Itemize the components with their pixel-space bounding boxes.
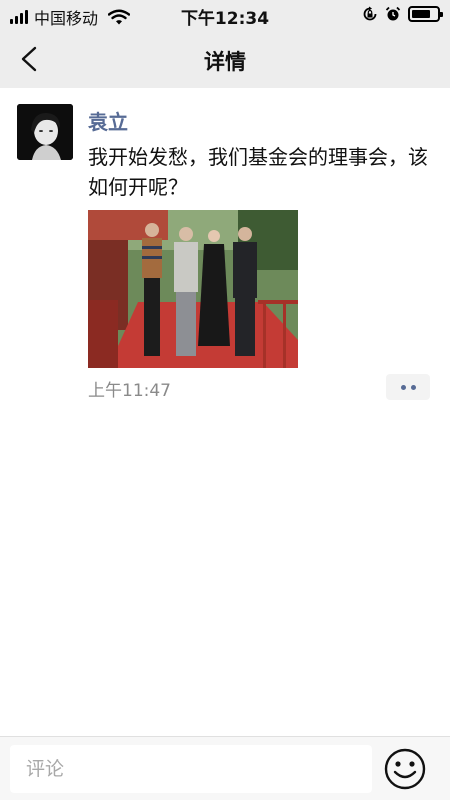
author-name[interactable]: 袁立 — [88, 106, 128, 135]
avatar[interactable] — [17, 104, 73, 160]
dot — [410, 384, 416, 390]
dot — [400, 384, 406, 390]
nav-bar: 详情 — [0, 30, 450, 88]
status-right — [362, 6, 443, 22]
smiley-face-icon[interactable] — [383, 747, 427, 791]
comment-input[interactable] — [10, 745, 372, 793]
alarm-icon — [385, 6, 401, 21]
post-photo[interactable] — [88, 210, 298, 368]
status-bar: 中国移动 下午12:34 — [0, 0, 450, 30]
more-dots-icon[interactable] — [386, 374, 430, 400]
comment-bar — [0, 736, 450, 800]
group-photo-image — [88, 210, 298, 368]
rotation-lock-icon — [363, 6, 377, 21]
avatar-portrait — [17, 104, 73, 160]
post-text: 我开始发愁，我们基金会的理事会，该如何开呢？ — [88, 145, 428, 199]
battery-icon — [408, 6, 443, 22]
page-title: 详情 — [204, 50, 246, 74]
post-timestamp: 上午11:47 — [88, 381, 171, 401]
